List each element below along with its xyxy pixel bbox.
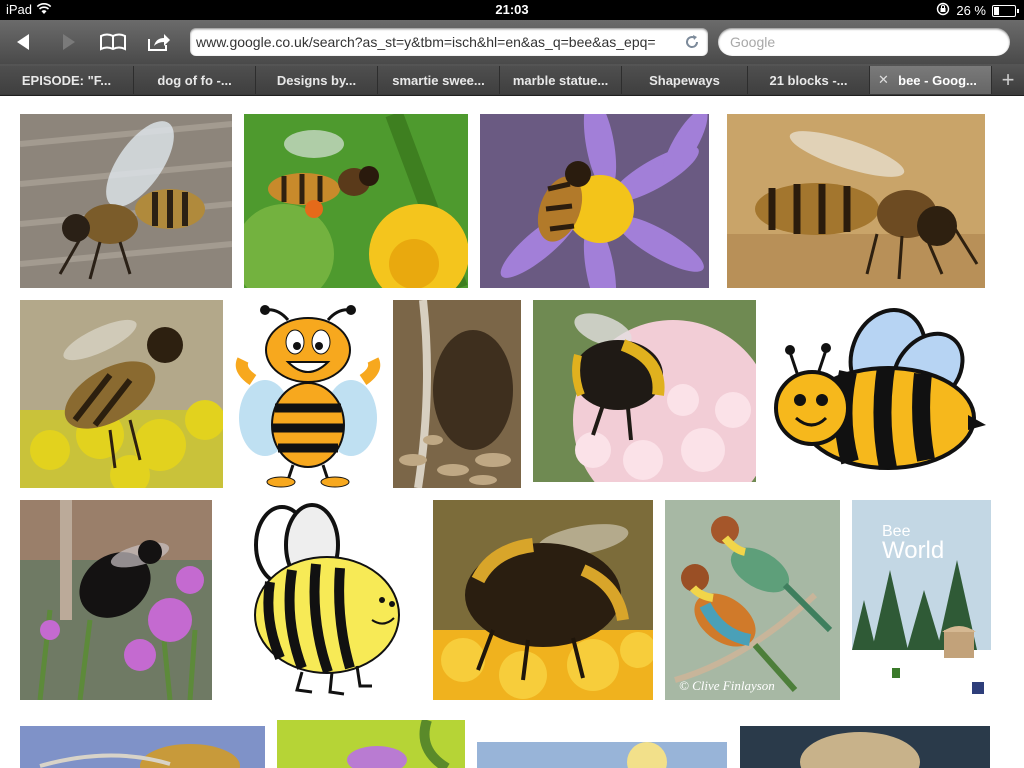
- tab-label: Designs by...: [276, 72, 357, 88]
- share-icon: [148, 34, 170, 51]
- status-bar: iPad 21:03 26 %: [0, 0, 1024, 20]
- image-result-bee-eater-birds[interactable]: © Clive Finlayson: [665, 500, 840, 700]
- tab-label: 21 blocks -...: [769, 72, 848, 88]
- image-result-bee-sky[interactable]: [477, 742, 727, 768]
- tab-label: dog of fo -...: [157, 72, 232, 88]
- browser-toolbar: www.google.co.uk/search?as_st=y&tbm=isch…: [0, 20, 1024, 65]
- bookmarks-book-icon: [100, 33, 126, 51]
- image-result-bee-world-cover[interactable]: Bee World: [852, 500, 991, 700]
- tab-episode[interactable]: EPISODE: "F...: [0, 66, 134, 94]
- image-result-cartoon-bee-flying[interactable]: [768, 300, 990, 478]
- tab-label: bee - Goog...: [898, 72, 977, 88]
- status-right: 26 %: [936, 2, 1019, 19]
- cover-title-world: World: [882, 537, 944, 564]
- photo-credit: © Clive Finlayson: [679, 678, 775, 693]
- battery-percent: 26 %: [956, 3, 986, 18]
- bookmarks-button[interactable]: [98, 28, 128, 56]
- image-result-bumblebee-pink-flower[interactable]: [533, 300, 756, 482]
- image-result-black-bee-pink-flowers[interactable]: [20, 500, 212, 700]
- share-button[interactable]: [144, 28, 174, 56]
- image-result-cartoon-bee-striped[interactable]: [232, 500, 410, 700]
- tab-smartie-sweet[interactable]: smartie swee...: [378, 66, 500, 94]
- orientation-lock-icon: [936, 2, 950, 19]
- status-time: 21:03: [495, 2, 529, 17]
- image-result-bee-goldenrod[interactable]: [20, 300, 223, 488]
- back-arrow-icon: [17, 34, 29, 50]
- search-placeholder: Google: [730, 34, 776, 50]
- tab-label: Shapeways: [649, 72, 720, 88]
- image-results: © Clive Finlayson Bee World: [0, 96, 1024, 768]
- forward-arrow-icon: [63, 34, 75, 50]
- close-tab-icon[interactable]: ✕: [878, 72, 889, 88]
- plus-icon: +: [1001, 67, 1015, 92]
- reload-button[interactable]: [682, 32, 702, 52]
- tab-label: marble statue...: [512, 72, 609, 88]
- image-result-bee-closeup-sand[interactable]: [727, 114, 985, 288]
- search-field[interactable]: Google: [718, 28, 1010, 56]
- tab-21-blocks[interactable]: 21 blocks -...: [748, 66, 870, 94]
- address-bar[interactable]: www.google.co.uk/search?as_st=y&tbm=isch…: [190, 28, 708, 56]
- reload-icon: [686, 35, 699, 48]
- tab-marble-statue[interactable]: marble statue...: [500, 66, 622, 94]
- image-result-cartoon-bee-waving[interactable]: [233, 300, 383, 488]
- forward-button[interactable]: [54, 28, 84, 56]
- new-tab-button[interactable]: +: [996, 67, 1020, 92]
- tab-bee-google[interactable]: ✕ bee - Goog...: [870, 66, 992, 94]
- image-result-bee-purple-aster[interactable]: [480, 114, 709, 288]
- image-result-bee-blue-flower[interactable]: [20, 726, 265, 768]
- tab-designs-by[interactable]: Designs by...: [256, 66, 378, 94]
- url-text: www.google.co.uk/search?as_st=y&tbm=isch…: [196, 34, 656, 50]
- tab-label: EPISODE: "F...: [21, 72, 112, 88]
- tab-shapeways[interactable]: Shapeways: [622, 66, 748, 94]
- back-button[interactable]: [8, 28, 38, 56]
- battery-icon: [992, 4, 1019, 17]
- image-result-bee-dark-background[interactable]: [740, 726, 990, 768]
- image-result-bee-flying-yellow-flower[interactable]: [244, 114, 468, 288]
- image-result-bumblebee-yellow-flower[interactable]: [433, 500, 653, 700]
- image-result-bee-green-leaf[interactable]: [277, 720, 465, 768]
- tab-dog-of-fo[interactable]: dog of fo -...: [134, 66, 256, 94]
- tab-label: smartie swee...: [392, 72, 485, 88]
- image-result-bee-nest-ground[interactable]: [393, 300, 521, 488]
- image-result-bee-on-wood[interactable]: [20, 114, 232, 288]
- tab-bar: EPISODE: "F... dog of fo -... Designs by…: [0, 64, 1024, 96]
